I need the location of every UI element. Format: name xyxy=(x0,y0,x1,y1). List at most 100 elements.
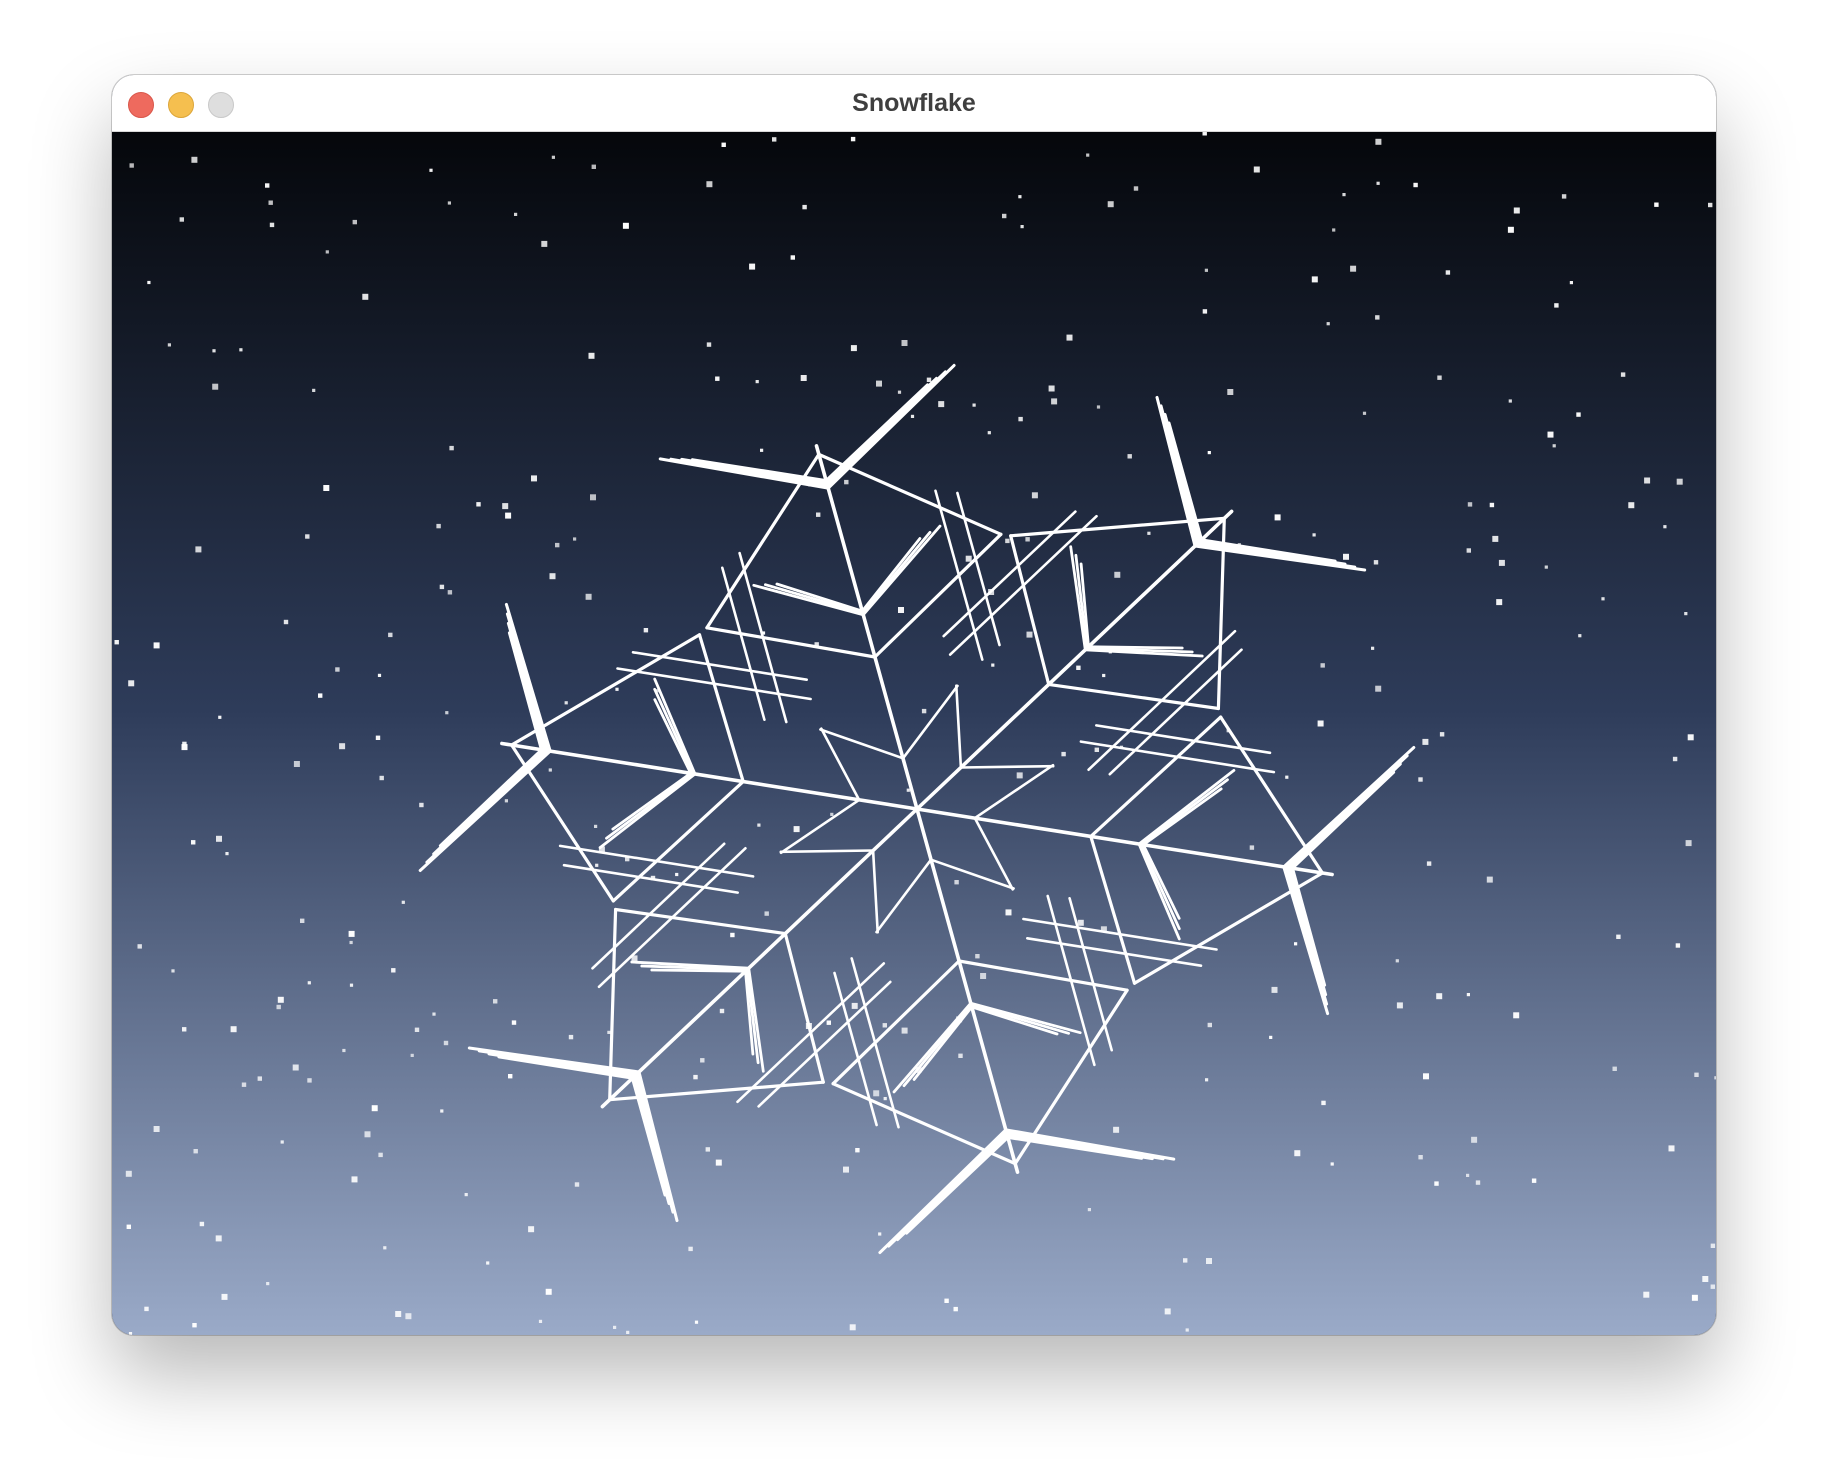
star xyxy=(225,852,229,856)
star xyxy=(549,573,556,580)
star xyxy=(1628,502,1635,509)
star xyxy=(1227,389,1234,395)
star xyxy=(476,502,481,507)
star xyxy=(1439,732,1445,737)
star xyxy=(1395,959,1399,963)
snowflake-canvas[interactable] xyxy=(112,132,1716,1335)
star xyxy=(1668,1145,1675,1152)
star xyxy=(1321,1100,1326,1106)
star xyxy=(432,1012,436,1016)
star xyxy=(292,1064,299,1071)
star xyxy=(239,348,243,352)
star xyxy=(1094,747,1099,752)
star xyxy=(378,1152,383,1158)
star xyxy=(844,479,849,485)
star xyxy=(851,1002,858,1009)
star xyxy=(1687,734,1694,741)
star xyxy=(1102,673,1106,678)
star xyxy=(1311,276,1318,283)
star xyxy=(755,380,759,384)
star xyxy=(921,708,927,714)
star xyxy=(1061,751,1066,757)
title-bar[interactable]: Snowflake xyxy=(112,75,1716,132)
star xyxy=(1616,934,1621,939)
star xyxy=(1413,182,1418,188)
star xyxy=(694,1320,699,1324)
star xyxy=(1087,1208,1091,1212)
star xyxy=(719,1008,725,1014)
star xyxy=(280,1140,284,1144)
star xyxy=(153,1126,160,1132)
star xyxy=(1147,531,1151,535)
star xyxy=(901,340,908,346)
star xyxy=(802,204,807,210)
star xyxy=(1436,993,1443,1000)
star xyxy=(876,380,882,387)
star xyxy=(1547,431,1554,438)
star xyxy=(1113,1126,1120,1133)
star xyxy=(573,537,577,541)
star xyxy=(1437,375,1442,380)
star xyxy=(147,280,151,285)
star xyxy=(551,155,555,159)
star xyxy=(1285,775,1289,779)
star xyxy=(700,1058,705,1063)
star xyxy=(958,1053,963,1058)
star xyxy=(965,555,972,562)
star xyxy=(975,954,980,959)
star xyxy=(1312,533,1316,537)
star xyxy=(257,1076,262,1081)
star xyxy=(1714,1076,1716,1080)
star xyxy=(953,1306,958,1312)
star xyxy=(1048,385,1055,392)
star xyxy=(643,628,649,633)
star xyxy=(1644,477,1651,484)
star xyxy=(493,999,498,1004)
star xyxy=(1183,1258,1188,1263)
star xyxy=(375,735,381,740)
star xyxy=(1051,398,1058,405)
star xyxy=(622,222,629,229)
star xyxy=(401,900,405,904)
star xyxy=(568,1034,574,1040)
star xyxy=(1426,861,1432,866)
star xyxy=(1202,309,1208,314)
star xyxy=(508,1074,513,1079)
star xyxy=(464,1193,468,1197)
star xyxy=(351,1176,358,1183)
star xyxy=(293,761,300,767)
star xyxy=(335,667,340,672)
star xyxy=(1206,1258,1212,1264)
star xyxy=(1498,559,1505,566)
star xyxy=(388,632,393,638)
star xyxy=(1489,502,1495,508)
star xyxy=(1317,720,1324,727)
star xyxy=(1076,665,1081,670)
star xyxy=(377,673,382,677)
star xyxy=(1578,634,1582,638)
star xyxy=(192,1323,197,1328)
star xyxy=(574,1182,580,1187)
star xyxy=(843,1166,849,1173)
star xyxy=(1466,548,1471,553)
star xyxy=(1332,228,1336,232)
star xyxy=(1294,1150,1301,1157)
star xyxy=(167,343,171,347)
star xyxy=(1343,553,1349,560)
star xyxy=(901,1027,908,1034)
star xyxy=(1445,270,1451,275)
star xyxy=(137,944,142,949)
star xyxy=(757,823,761,827)
star xyxy=(706,342,712,347)
star xyxy=(1026,631,1033,638)
star xyxy=(1513,207,1520,214)
star xyxy=(1020,225,1024,229)
star xyxy=(339,743,346,750)
star xyxy=(760,448,764,452)
star xyxy=(1694,1072,1699,1077)
star xyxy=(1601,597,1605,601)
star xyxy=(1086,153,1090,157)
star xyxy=(419,802,424,808)
star xyxy=(1320,663,1325,668)
star xyxy=(626,1330,630,1334)
